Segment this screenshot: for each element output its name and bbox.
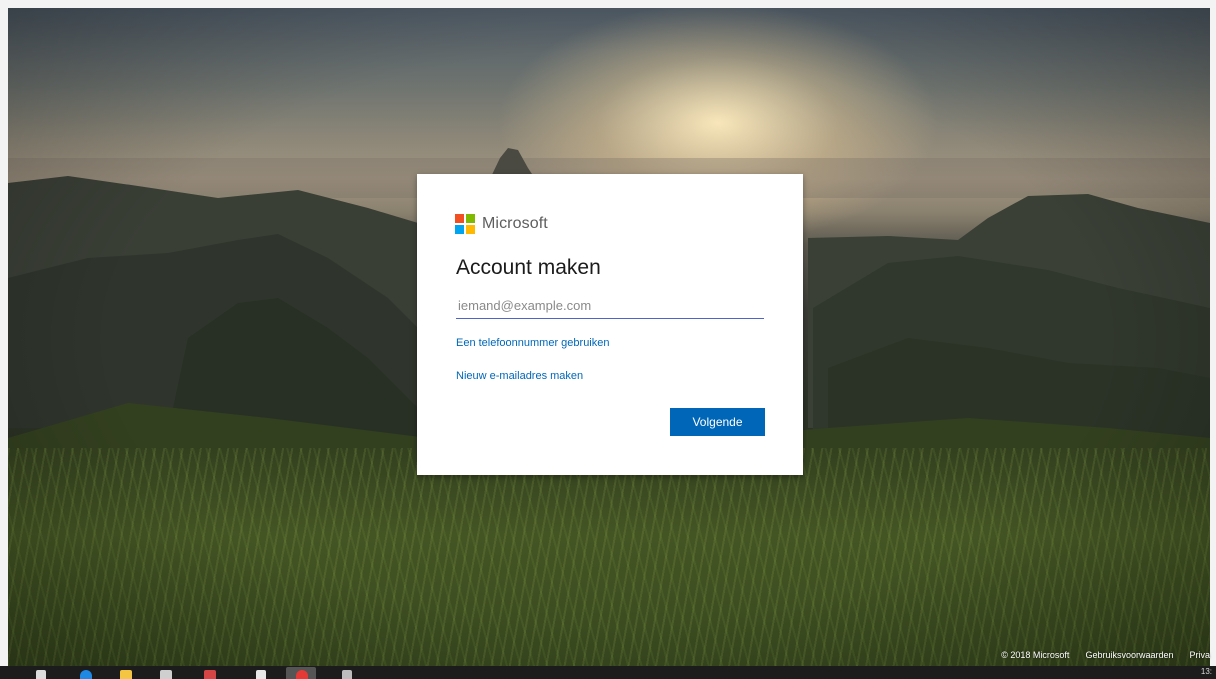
terms-link[interactable]: Gebruiksvoorwaarden [1085, 650, 1173, 660]
logo-red-square [455, 214, 464, 223]
windows-start-icon[interactable] [36, 670, 46, 679]
page-title: Account maken [456, 256, 601, 279]
store-icon[interactable] [160, 670, 172, 679]
logo-text: Microsoft [482, 215, 548, 232]
app-icon[interactable] [342, 670, 352, 679]
mail-icon[interactable] [204, 670, 216, 679]
footer: © 2018 Microsoft Gebruiksvoorwaarden Pri… [1001, 650, 1210, 660]
microsoft-logo: Microsoft [455, 214, 548, 234]
chrome-icon[interactable] [256, 670, 266, 679]
clock-time[interactable]: 13: [1201, 667, 1212, 676]
privacy-link[interactable]: Priva [1189, 650, 1210, 660]
edge-icon[interactable] [80, 670, 92, 679]
file-explorer-icon[interactable] [120, 670, 132, 679]
logo-yellow-square [466, 225, 475, 234]
logo-green-square [466, 214, 475, 223]
screen: Microsoft Account maken Een telefoonnumm… [0, 0, 1216, 679]
opera-icon[interactable] [296, 670, 308, 679]
taskbar: 13: [0, 666, 1216, 679]
next-button[interactable]: Volgende [670, 408, 765, 436]
use-phone-link[interactable]: Een telefoonnummer gebruiken [456, 337, 609, 349]
email-field[interactable] [456, 292, 764, 319]
logo-blue-square [455, 225, 464, 234]
signup-card: Microsoft Account maken Een telefoonnumm… [417, 174, 803, 475]
copyright-text: © 2018 Microsoft [1001, 650, 1070, 660]
new-email-link[interactable]: Nieuw e-mailadres maken [456, 370, 583, 382]
microsoft-logo-icon [455, 214, 475, 234]
